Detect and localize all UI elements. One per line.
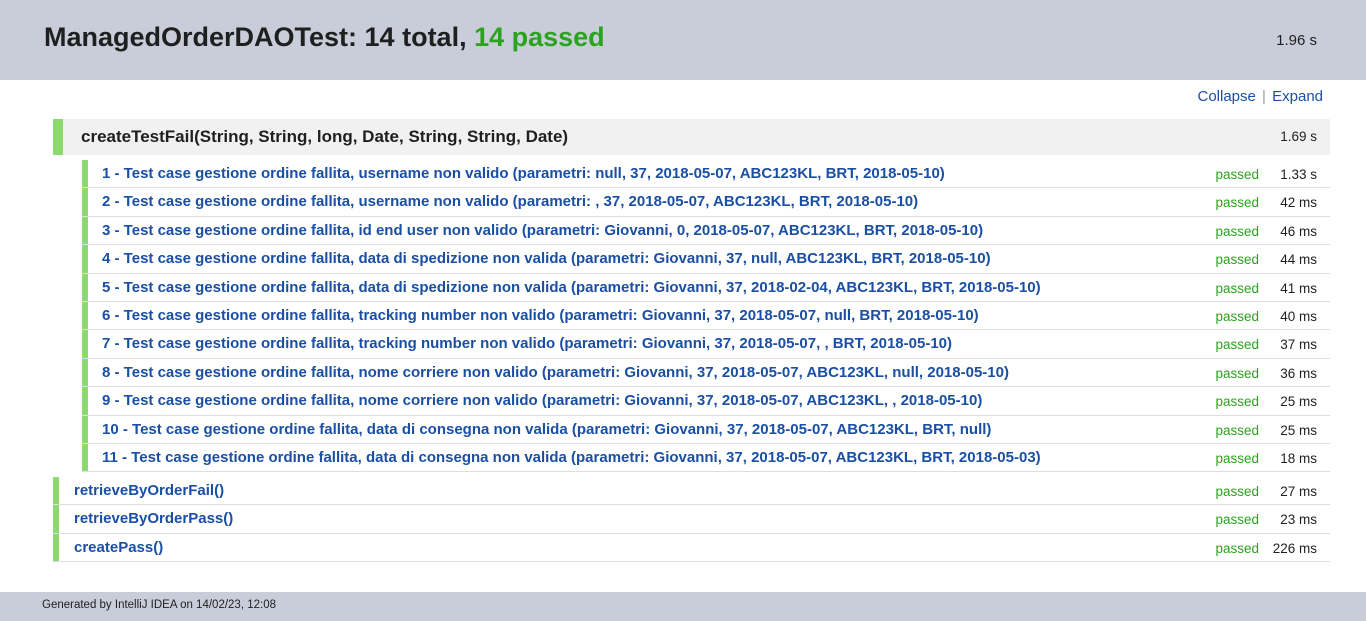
test-case-row[interactable]: 4 - Test case gestione ordine fallita, d… [82, 245, 1330, 274]
test-method-row[interactable]: retrieveByOrderPass() passed 23 ms [53, 505, 1330, 534]
status-bar [82, 443, 88, 472]
duration: 226 ms [1272, 540, 1317, 556]
status-bar [82, 301, 88, 330]
status-bar [53, 119, 63, 155]
status-label: passed [1215, 450, 1259, 466]
duration: 25 ms [1280, 422, 1317, 438]
test-name-link[interactable]: 9 - Test case gestione ordine fallita, n… [102, 392, 982, 409]
generated-by-text: Generated by IntelliJ IDEA on 14/02/23, … [42, 599, 276, 611]
test-case-row[interactable]: 7 - Test case gestione ordine fallita, t… [82, 330, 1330, 359]
status-label: passed [1215, 540, 1259, 556]
duration: 41 ms [1280, 280, 1317, 296]
status-label: passed [1215, 512, 1259, 528]
status-label: passed [1215, 422, 1259, 438]
test-case-row[interactable]: 5 - Test case gestione ordine fallita, d… [82, 273, 1330, 302]
duration: 46 ms [1280, 223, 1317, 239]
status-label: passed [1215, 280, 1259, 296]
status-bar [82, 188, 88, 216]
status-label: passed [1215, 167, 1259, 182]
status-label: passed [1215, 252, 1259, 268]
test-case-row[interactable]: 1 - Test case gestione ordine fallita, u… [82, 160, 1330, 189]
duration: 23 ms [1280, 512, 1317, 528]
collapse-link[interactable]: Collapse [1198, 88, 1256, 105]
status-label: passed [1215, 223, 1259, 239]
test-name-link[interactable]: 4 - Test case gestione ordine fallita, d… [102, 250, 991, 267]
duration: 27 ms [1280, 484, 1317, 499]
expand-link[interactable]: Expand [1272, 88, 1323, 105]
test-case-list: 1 - Test case gestione ordine fallita, u… [82, 160, 1330, 473]
passed-count: 14 passed [474, 22, 605, 52]
status-bar [82, 330, 88, 358]
test-name-link[interactable]: 1 - Test case gestione ordine fallita, u… [102, 165, 945, 182]
test-name-link[interactable]: 10 - Test case gestione ordine fallita, … [102, 421, 991, 438]
duration: 37 ms [1280, 337, 1317, 353]
test-case-row[interactable]: 9 - Test case gestione ordine fallita, n… [82, 387, 1330, 416]
report-footer: Generated by IntelliJ IDEA on 14/02/23, … [0, 592, 1366, 621]
test-method-row[interactable]: createPass() passed 226 ms [53, 533, 1330, 563]
test-case-row[interactable]: 11 - Test case gestione ordine fallita, … [82, 443, 1330, 473]
duration: 18 ms [1280, 450, 1317, 466]
test-name-link[interactable]: 11 - Test case gestione ordine fallita, … [102, 449, 1041, 466]
test-case-row[interactable]: 10 - Test case gestione ordine fallita, … [82, 415, 1330, 444]
status-label: passed [1215, 337, 1259, 353]
total-duration: 1.96 s [1276, 32, 1317, 49]
status-label: passed [1215, 308, 1259, 324]
page-title: ManagedOrderDAOTest: 14 total, 14 passed [44, 22, 605, 53]
status-bar [53, 505, 59, 533]
separator: | [1262, 88, 1266, 105]
status-bar [53, 477, 59, 505]
duration: 1.33 s [1280, 167, 1317, 182]
duration: 25 ms [1280, 394, 1317, 410]
status-label: passed [1215, 195, 1259, 211]
test-name-link[interactable]: 3 - Test case gestione ordine fallita, i… [102, 222, 983, 239]
duration: 44 ms [1280, 252, 1317, 268]
test-group-header[interactable]: createTestFail(String, String, long, Dat… [53, 119, 1330, 155]
status-bar [82, 387, 88, 415]
test-method-row[interactable]: retrieveByOrderFail() passed 27 ms [53, 477, 1330, 506]
tree-controls: Collapse | Expand [1198, 88, 1324, 105]
status-bar [53, 533, 59, 562]
title-summary: ManagedOrderDAOTest: 14 total, [44, 22, 475, 52]
duration: 36 ms [1280, 365, 1317, 381]
status-bar [82, 358, 88, 387]
status-bar [82, 415, 88, 443]
test-name-link[interactable]: 7 - Test case gestione ordine fallita, t… [102, 335, 952, 352]
duration: 42 ms [1280, 195, 1317, 211]
test-name-link[interactable]: retrieveByOrderPass() [74, 510, 233, 527]
test-name-link[interactable]: 2 - Test case gestione ordine fallita, u… [102, 193, 918, 210]
test-name-link[interactable]: retrieveByOrderFail() [74, 482, 224, 499]
status-bar [82, 245, 88, 273]
test-group-duration: 1.69 s [1280, 129, 1317, 144]
test-name-link[interactable]: 8 - Test case gestione ordine fallita, n… [102, 364, 1009, 381]
status-label: passed [1215, 484, 1259, 499]
report-header: ManagedOrderDAOTest: 14 total, 14 passed… [0, 0, 1366, 80]
status-bar [82, 216, 88, 245]
duration: 40 ms [1280, 308, 1317, 324]
test-name-link[interactable]: 5 - Test case gestione ordine fallita, d… [102, 279, 1041, 296]
test-method-list: retrieveByOrderFail() passed 27 ms retrieve… [53, 477, 1330, 563]
test-name-link[interactable]: createPass() [74, 539, 163, 556]
test-case-row[interactable]: 8 - Test case gestione ordine fallita, n… [82, 358, 1330, 388]
test-case-row[interactable]: 3 - Test case gestione ordine fallita, i… [82, 216, 1330, 246]
status-bar [82, 273, 88, 301]
test-case-row[interactable]: 6 - Test case gestione ordine fallita, t… [82, 301, 1330, 331]
test-case-row[interactable]: 2 - Test case gestione ordine fallita, u… [82, 188, 1330, 217]
status-label: passed [1215, 365, 1259, 381]
status-bar [82, 160, 88, 188]
test-group-name[interactable]: createTestFail(String, String, long, Dat… [81, 127, 568, 147]
test-name-link[interactable]: 6 - Test case gestione ordine fallita, t… [102, 307, 979, 324]
status-label: passed [1215, 394, 1259, 410]
